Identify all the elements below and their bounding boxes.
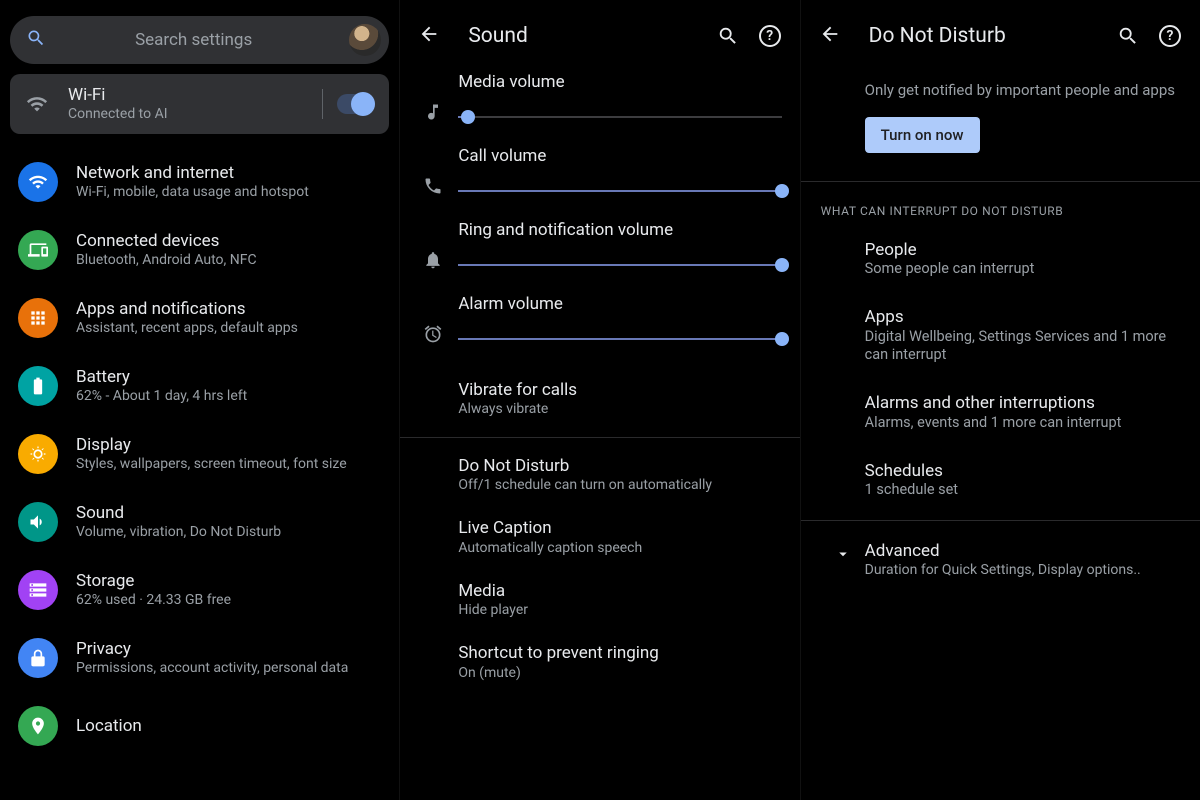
page-title: Do Not Disturb <box>869 24 1098 48</box>
wifi-quick-card[interactable]: Wi-Fi Connected to AI <box>10 74 389 134</box>
search-placeholder: Search settings <box>46 30 341 50</box>
page-title: Sound <box>468 24 697 48</box>
settings-item-sound[interactable]: SoundVolume, vibration, Do Not Disturb <box>0 488 399 556</box>
volume-row-call: Call volume <box>400 146 799 220</box>
settings-item-wifi[interactable]: Network and internetWi-Fi, mobile, data … <box>0 148 399 216</box>
search-icon[interactable] <box>716 24 740 48</box>
search-icon <box>26 28 46 52</box>
settings-item-display[interactable]: DisplayStyles, wallpapers, screen timeou… <box>0 420 399 488</box>
dnd-item[interactable]: PeopleSome people can interrupt <box>801 226 1200 293</box>
advanced-item[interactable]: Advanced Duration for Quick Settings, Di… <box>801 527 1200 594</box>
settings-item-battery[interactable]: Battery62% - About 1 day, 4 hrs left <box>0 352 399 420</box>
volume-slider[interactable] <box>458 332 781 346</box>
chevron-down-icon <box>821 541 865 563</box>
divider <box>322 89 323 119</box>
sound-icon <box>18 502 58 542</box>
dnd-item[interactable]: AppsDigital Wellbeing, Settings Services… <box>801 293 1200 379</box>
vibrate-for-calls-item[interactable]: Vibrate for calls Always vibrate <box>400 368 799 431</box>
call-icon <box>418 176 448 198</box>
search-icon[interactable] <box>1116 24 1140 48</box>
wifi-subtitle: Connected to AI <box>68 105 308 123</box>
back-button[interactable] <box>418 23 440 49</box>
volume-slider[interactable] <box>458 184 781 198</box>
settings-main-screen: Search settings Wi-Fi Connected to AI Ne… <box>0 0 400 800</box>
back-button[interactable] <box>819 23 841 49</box>
divider <box>801 520 1200 521</box>
settings-item-storage[interactable]: Storage62% used · 24.33 GB free <box>0 556 399 624</box>
dnd-section-header: What can interrupt Do Not Disturb <box>801 188 1200 226</box>
help-icon[interactable]: ? <box>1158 24 1182 48</box>
help-icon[interactable]: ? <box>758 24 782 48</box>
sound-item[interactable]: Live CaptionAutomatically caption speech <box>400 506 799 569</box>
wifi-title: Wi-Fi <box>68 85 308 105</box>
volume-row-bell: Ring and notification volume <box>400 220 799 294</box>
search-settings-bar[interactable]: Search settings <box>10 16 389 64</box>
sound-item[interactable]: Do Not DisturbOff/1 schedule can turn on… <box>400 444 799 507</box>
wifi-icon <box>18 162 58 202</box>
volume-slider[interactable] <box>458 258 781 272</box>
sound-screen: Sound ? Media volumeCall volumeRing and … <box>400 0 800 800</box>
sound-item[interactable]: Shortcut to prevent ringingOn (mute) <box>400 631 799 694</box>
alarm-icon <box>418 324 448 346</box>
turn-on-now-button[interactable]: Turn on now <box>865 117 980 153</box>
profile-avatar[interactable] <box>349 24 381 56</box>
settings-item-privacy[interactable]: PrivacyPermissions, account activity, pe… <box>0 624 399 692</box>
volume-row-alarm: Alarm volume <box>400 294 799 368</box>
wifi-icon <box>24 93 50 115</box>
sound-item[interactable]: MediaHide player <box>400 569 799 632</box>
volume-row-music: Media volume <box>400 72 799 146</box>
divider <box>801 181 1200 182</box>
settings-item-apps[interactable]: Apps and notificationsAssistant, recent … <box>0 284 399 352</box>
wifi-toggle[interactable] <box>337 94 375 114</box>
bell-icon <box>418 250 448 272</box>
apps-icon <box>18 298 58 338</box>
dnd-item[interactable]: Schedules1 schedule set <box>801 447 1200 514</box>
display-icon <box>18 434 58 474</box>
volume-slider[interactable] <box>458 110 781 124</box>
music-icon <box>418 102 448 124</box>
storage-icon <box>18 570 58 610</box>
sound-topbar: Sound ? <box>400 0 799 72</box>
dnd-topbar: Do Not Disturb ? <box>801 0 1200 72</box>
settings-item-devices[interactable]: Connected devicesBluetooth, Android Auto… <box>0 216 399 284</box>
dnd-item[interactable]: Alarms and other interruptionsAlarms, ev… <box>801 379 1200 446</box>
dnd-intro-text: Only get notified by important people an… <box>801 72 1200 101</box>
battery-icon <box>18 366 58 406</box>
divider <box>400 437 799 438</box>
dnd-screen: Do Not Disturb ? Only get notified by im… <box>801 0 1200 800</box>
settings-item-location[interactable]: Location <box>0 692 399 760</box>
devices-icon <box>18 230 58 270</box>
privacy-icon <box>18 638 58 678</box>
location-icon <box>18 706 58 746</box>
